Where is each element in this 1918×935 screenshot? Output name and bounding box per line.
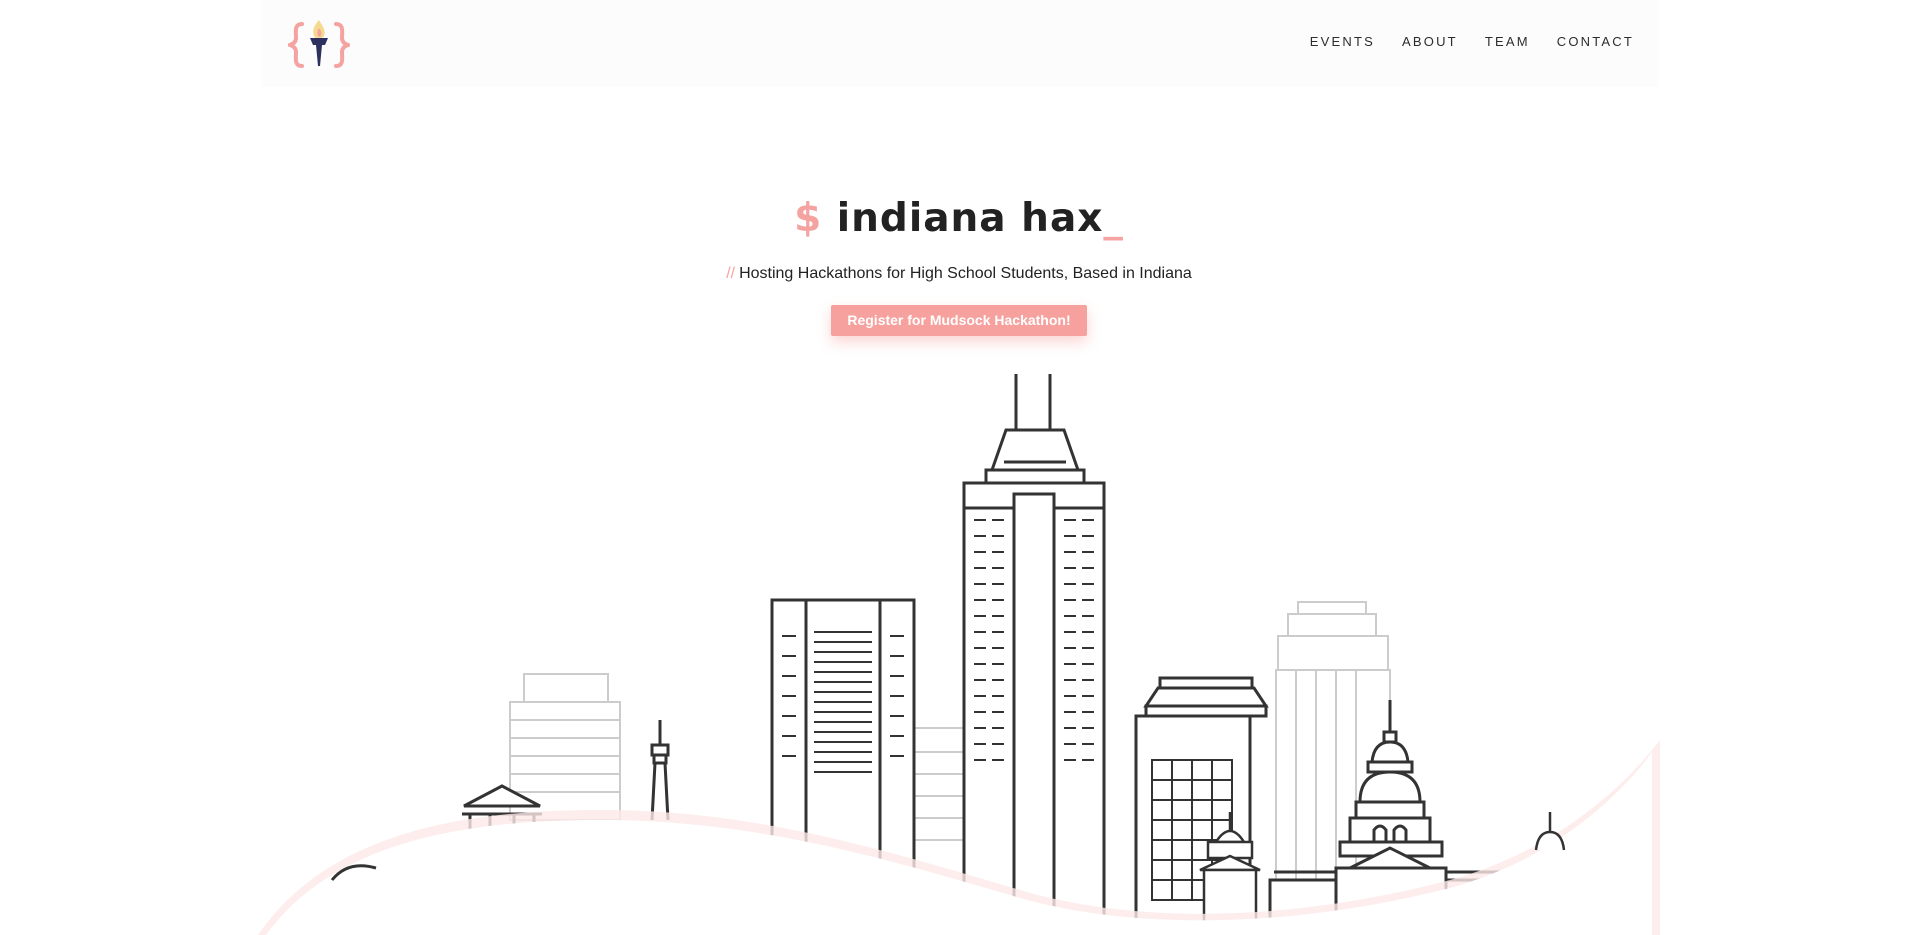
hero-subtitle: //Hosting Hackathons for High School Stu…	[0, 265, 1918, 283]
comment-prefix: //	[726, 265, 736, 282]
hero-subtitle-text: Hosting Hackathons for High School Stude…	[739, 265, 1192, 282]
navbar: EVENTS ABOUT TEAM CONTACT	[262, 0, 1658, 87]
nav-link-about[interactable]: ABOUT	[1402, 34, 1458, 49]
nav-link-contact[interactable]: CONTACT	[1557, 34, 1634, 49]
register-button[interactable]: Register for Mudsock Hackathon!	[831, 305, 1087, 336]
prompt-symbol: $	[794, 196, 823, 241]
hero-title-text: indiana hax	[836, 196, 1104, 241]
nav-link-team[interactable]: TEAM	[1485, 34, 1530, 49]
nav-menu: EVENTS ABOUT TEAM CONTACT	[1310, 34, 1634, 49]
cursor-underscore: _	[1103, 196, 1124, 241]
far-right-dome	[1534, 812, 1566, 851]
radio-tower	[650, 720, 670, 821]
page: EVENTS ABOUT TEAM CONTACT $ indiana hax_…	[0, 0, 1918, 935]
hero-title: $ indiana hax_	[0, 196, 1918, 241]
cta-container: Register for Mudsock Hackathon!	[0, 305, 1918, 336]
nav-link-events[interactable]: EVENTS	[1310, 34, 1375, 49]
city-skyline-illustration	[258, 374, 1660, 935]
central-skyscraper	[962, 374, 1106, 935]
torch-logo-icon[interactable]	[283, 18, 355, 72]
